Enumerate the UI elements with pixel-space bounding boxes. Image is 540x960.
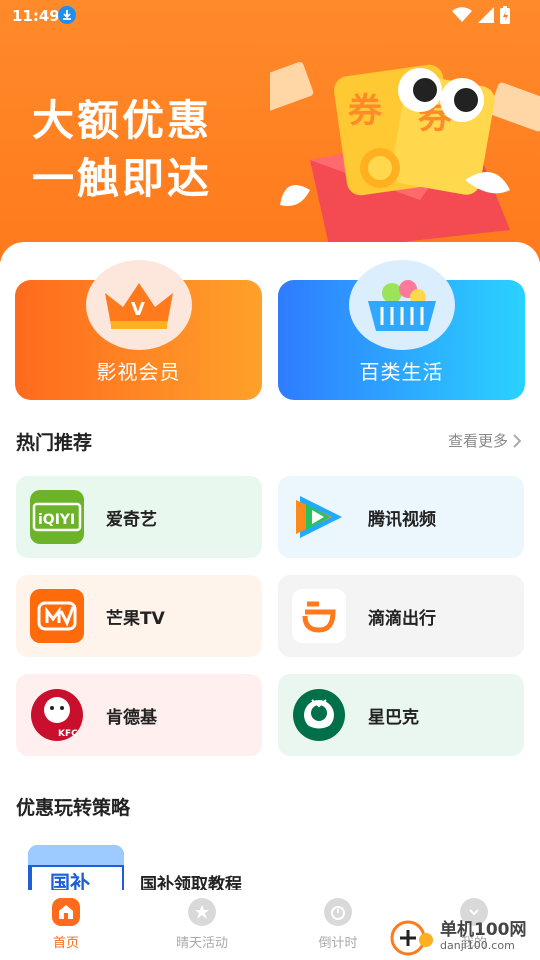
category-label: 百类生活 — [359, 360, 444, 384]
hero-banner[interactable]: 11:49 大额优惠 一触即达 券 券 — [0, 0, 540, 262]
hero-line-1: 大额优惠 — [32, 96, 213, 145]
home-icon — [52, 898, 80, 926]
hero-line-2: 一触即达 — [32, 154, 213, 203]
timer-icon — [324, 898, 352, 926]
brand-tile-iqiyi[interactable]: iQIYI 爱奇艺 — [16, 476, 262, 558]
watermark-title: 单机100网 — [440, 919, 527, 940]
signal-icon — [478, 7, 494, 23]
watermark: 单机100网 danji100.com — [390, 915, 540, 960]
star-icon — [188, 898, 216, 926]
category-label: 影视会员 — [96, 360, 181, 384]
tab-label: 首页 — [52, 936, 79, 951]
tencent-video-logo-icon — [292, 490, 346, 544]
watermark-url: danji100.com — [440, 938, 515, 952]
chevron-right-icon — [513, 433, 522, 448]
brand-name: 腾讯视频 — [368, 509, 436, 530]
status-time: 11:49 — [12, 7, 60, 25]
brand-tile-kfc[interactable]: KFC 肯德基 — [16, 674, 262, 756]
category-video-membership[interactable]: V 影视会员 — [15, 260, 262, 400]
brand-name: 芒果TV — [106, 608, 165, 629]
wifi-icon — [452, 7, 472, 22]
tab-home[interactable]: 首页 — [16, 898, 116, 951]
status-bar: 11:49 — [0, 0, 540, 32]
brand-name: 星巴克 — [368, 707, 419, 728]
brand-name: 肯德基 — [106, 707, 157, 728]
kfc-logo-icon: KFC — [30, 688, 84, 742]
hot-section-title: 热门推荐 — [16, 432, 93, 454]
view-more-label: 查看更多 — [447, 432, 508, 450]
svg-text:KFC: KFC — [58, 729, 78, 739]
svg-text:券: 券 — [348, 91, 383, 131]
strategy-section-title: 优惠玩转策略 — [16, 797, 131, 819]
download-icon — [58, 6, 76, 24]
battery-icon — [500, 6, 510, 24]
home-screen: 11:49 大额优惠 一触即达 券 券 V 影视会员 百类生活 热门推荐 查看更… — [0, 0, 540, 960]
didi-logo-icon — [292, 589, 346, 643]
svg-text:V: V — [131, 299, 145, 320]
brand-tile-didi[interactable]: 滴滴出行 — [278, 575, 524, 657]
brand-tile-starbucks[interactable]: 星巴克 — [278, 674, 524, 756]
status-icons — [452, 6, 510, 24]
shopping-basket-icon — [348, 260, 455, 350]
tab-label: 晴天活动 — [175, 936, 228, 951]
tab-sunny-events[interactable]: 晴天活动 — [152, 898, 252, 951]
brand-name: 爱奇艺 — [106, 509, 157, 530]
brand-tile-tencent-video[interactable]: 腾讯视频 — [278, 476, 524, 558]
crown-icon: V — [85, 260, 192, 350]
hero-title: 大额优惠 一触即达 — [32, 92, 212, 208]
starbucks-logo-icon — [292, 688, 346, 742]
view-more-link[interactable]: 查看更多 — [448, 430, 522, 451]
tab-countdown[interactable]: 倒计时 — [288, 898, 388, 951]
watermark-logo-icon — [390, 920, 433, 955]
svg-text:iQIYI: iQIYI — [38, 512, 75, 528]
red-envelope-illustration: 券 券 — [270, 61, 540, 250]
mango-tv-logo-icon — [30, 589, 84, 643]
tab-label: 倒计时 — [318, 936, 358, 951]
brand-name: 滴滴出行 — [368, 608, 436, 629]
brand-tile-mango-tv[interactable]: 芒果TV — [16, 575, 262, 657]
iqiyi-logo-icon: iQIYI — [30, 490, 84, 544]
category-lifestyle[interactable]: 百类生活 — [278, 260, 525, 400]
